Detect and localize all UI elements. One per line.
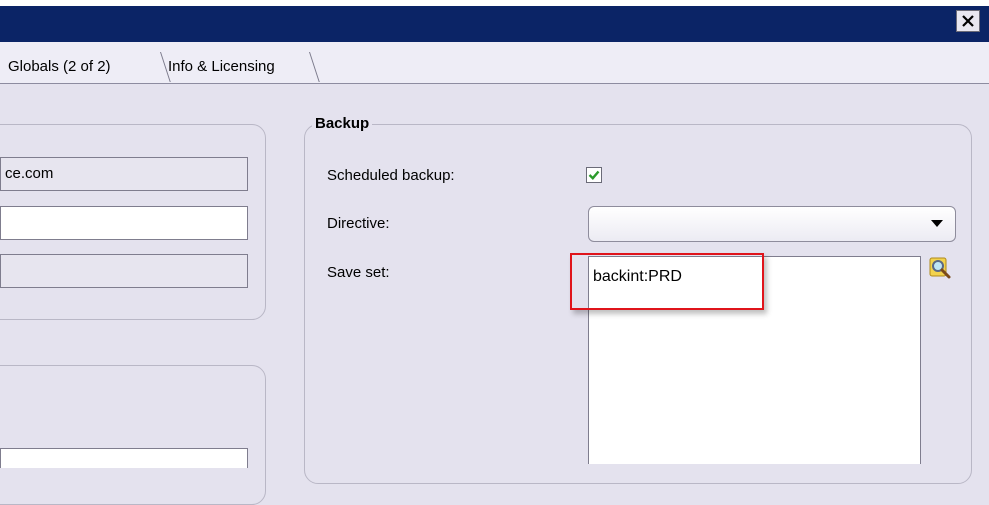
- check-icon: [588, 170, 600, 180]
- readonly-field[interactable]: [0, 254, 248, 288]
- hostname-value: ce.com: [5, 165, 54, 182]
- hostname-field[interactable]: ce.com: [0, 157, 248, 191]
- scheduled-backup-label: Scheduled backup:: [327, 167, 455, 184]
- left-lower-group-box: [0, 365, 266, 505]
- directive-label: Directive:: [327, 215, 390, 232]
- tab-info-licensing[interactable]: Info & Licensing: [168, 51, 275, 83]
- backup-group-title: Backup: [312, 115, 373, 132]
- lower-text-field[interactable]: [0, 448, 248, 468]
- browse-magnifier-icon[interactable]: [928, 256, 952, 280]
- highlight-annotation-box: [570, 253, 764, 310]
- chevron-down-icon[interactable]: [930, 218, 944, 228]
- save-set-label: Save set:: [327, 264, 390, 281]
- scheduled-backup-checkbox[interactable]: [586, 167, 602, 183]
- close-icon: [962, 15, 974, 27]
- tab-globals-2[interactable]: Globals (2 of 2): [8, 51, 111, 83]
- tab-strip: [0, 42, 989, 84]
- title-bar: [0, 6, 989, 42]
- text-field[interactable]: [0, 206, 248, 240]
- close-button[interactable]: [956, 10, 980, 32]
- directive-select[interactable]: [588, 206, 956, 242]
